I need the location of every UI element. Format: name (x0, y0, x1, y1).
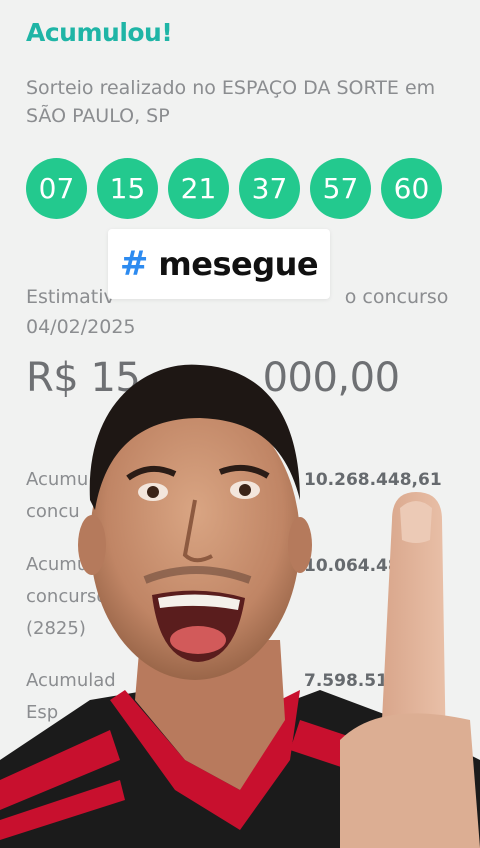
tongue (170, 626, 226, 654)
hashtag-text: mesegue (158, 245, 319, 283)
ear (288, 517, 312, 573)
hashtag-icon: # (119, 244, 149, 284)
pupil (147, 486, 159, 498)
hand (340, 713, 480, 848)
fingernail (400, 501, 432, 543)
presenter-overlay (0, 364, 480, 848)
ear (78, 515, 106, 575)
hashtag-sticker: # mesegue (108, 229, 330, 299)
pupil (239, 484, 251, 496)
